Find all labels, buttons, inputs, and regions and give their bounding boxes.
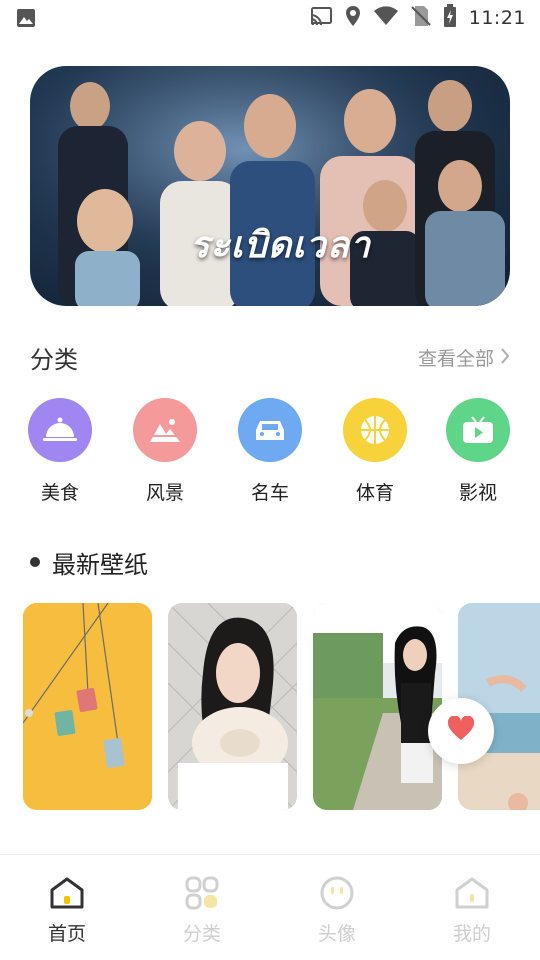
category-label: 名车 [250,482,289,504]
wifi-icon [373,6,399,30]
bullet-dot [30,557,40,567]
no-sim-icon [411,5,431,31]
nav-label: 头像 [317,923,356,945]
wallpaper-thumb[interactable] [23,603,152,810]
latest-section-header: 最新壁纸 [30,544,148,580]
nav-label: 分类 [182,923,221,945]
category-item-food[interactable]: 美食 [15,396,105,505]
wallpaper-thumb[interactable] [168,603,297,810]
location-icon [345,5,361,31]
see-all-link[interactable]: 查看全部 [418,344,510,371]
category-label: 体育 [355,482,394,504]
basketball-icon [343,398,407,462]
nav-home[interactable]: 首页 [17,873,117,946]
status-bar: 11:21 [0,0,540,36]
status-time: 11:21 [468,7,526,29]
category-item-sports[interactable]: 体育 [330,396,420,505]
tv-play-icon [446,398,510,462]
avatar-face-icon [317,873,357,913]
heart-icon [447,715,475,746]
latest-title: 最新壁纸 [52,550,148,579]
category-section-header: 分类 查看全部 [30,336,510,376]
category-item-landscape[interactable]: 风景 [120,396,210,505]
nav-label: 我的 [452,923,491,945]
landscape-icon [133,398,197,462]
battery-charging-icon [443,4,457,32]
image-icon [16,8,36,28]
category-label: 影视 [458,482,497,504]
category-label: 美食 [40,482,79,504]
profile-house-icon [452,873,492,913]
category-grid-icon [182,873,222,913]
bottom-navigation: 首页 分类 头像 我的 [0,854,540,960]
nav-mine[interactable]: 我的 [422,873,522,946]
car-icon [238,398,302,462]
wallpaper-thumb[interactable] [313,603,442,810]
favorite-button[interactable] [428,698,494,764]
nav-category[interactable]: 分类 [152,873,252,946]
chevron-right-icon [500,347,510,369]
nav-avatar[interactable]: 头像 [287,873,387,946]
home-icon [47,873,87,913]
see-all-label: 查看全部 [417,348,494,370]
banner-title: ระเบิดเวลา [190,224,372,266]
category-list: 美食 风景 名车 体育 影视 [0,396,540,516]
category-label: 风景 [145,482,184,504]
food-cloche-icon [28,398,92,462]
cast-icon [309,6,333,30]
category-title: 分类 [30,346,78,374]
nav-label: 首页 [47,923,86,945]
category-item-film[interactable]: 影视 [433,396,523,505]
category-item-car[interactable]: 名车 [225,396,315,505]
banner-carousel[interactable]: ระเบิดเวลา [30,66,510,306]
